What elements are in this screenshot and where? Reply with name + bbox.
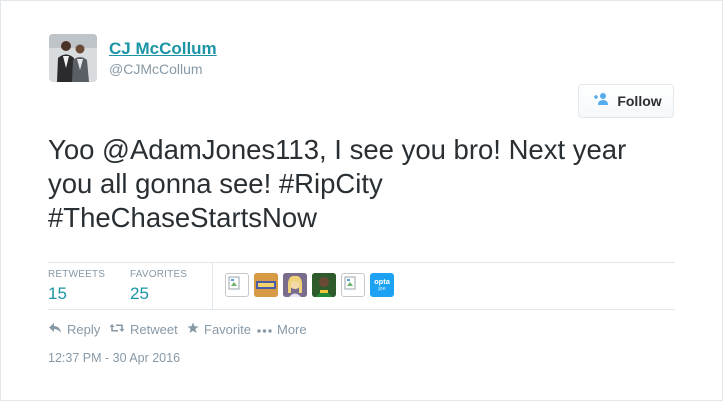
tweet-line: Yoo @AdamJones113, I see you bro! Next y… bbox=[48, 134, 627, 165]
ellipsis-icon bbox=[257, 322, 272, 337]
favoriter-avatar[interactable] bbox=[254, 273, 278, 297]
user-display-name[interactable]: CJ McCollum bbox=[109, 39, 217, 59]
follow-button[interactable]: Follow bbox=[578, 84, 674, 118]
star-icon bbox=[187, 322, 199, 337]
user-handle[interactable]: @CJMcCollum bbox=[109, 61, 203, 77]
retweets-label[interactable]: RETWEETS bbox=[48, 269, 105, 280]
add-user-icon bbox=[590, 92, 610, 111]
favorite-button[interactable]: Favorite bbox=[187, 322, 251, 337]
tweet-text: Yoo @AdamJones113, I see you bro! Next y… bbox=[48, 133, 678, 235]
favoriter-avatar[interactable] bbox=[312, 273, 336, 297]
favorite-label: Favorite bbox=[204, 322, 251, 337]
user-avatar[interactable] bbox=[49, 34, 97, 82]
retweet-icon bbox=[109, 322, 125, 337]
favorites-label[interactable]: FAVORITES bbox=[130, 269, 187, 280]
reply-label: Reply bbox=[67, 322, 101, 337]
tweet-line: you all gonna see! #RipCity bbox=[48, 168, 383, 199]
tweet-line: #TheChaseStartsNow bbox=[48, 202, 318, 233]
more-button[interactable]: More bbox=[257, 322, 307, 337]
broken-image-icon[interactable] bbox=[225, 273, 249, 297]
stats-divider-top bbox=[48, 262, 675, 263]
opta-logo-text: opta bbox=[374, 276, 390, 286]
stats-separator bbox=[212, 263, 213, 309]
tweet-card: CJ McCollum @CJMcCollum Follow Yoo @Adam… bbox=[0, 0, 723, 401]
follow-button-label: Follow bbox=[617, 93, 662, 109]
favoriters-list: opta joe bbox=[225, 273, 394, 297]
favoriter-avatar[interactable] bbox=[283, 273, 307, 297]
more-label: More bbox=[277, 322, 307, 337]
stats-divider-bottom bbox=[48, 309, 675, 310]
reply-button[interactable]: Reply bbox=[48, 322, 100, 337]
retweet-label: Retweet bbox=[130, 322, 178, 337]
retweets-count[interactable]: 15 bbox=[48, 284, 67, 304]
reply-icon bbox=[48, 322, 62, 337]
retweet-button[interactable]: Retweet bbox=[109, 322, 178, 337]
favorites-count[interactable]: 25 bbox=[130, 284, 149, 304]
tweet-timestamp[interactable]: 12:37 PM - 30 Apr 2016 bbox=[48, 351, 180, 365]
opta-logo-subtext: joe bbox=[378, 285, 386, 292]
opta-logo-icon[interactable]: opta joe bbox=[370, 273, 394, 297]
broken-image-icon[interactable] bbox=[341, 273, 365, 297]
